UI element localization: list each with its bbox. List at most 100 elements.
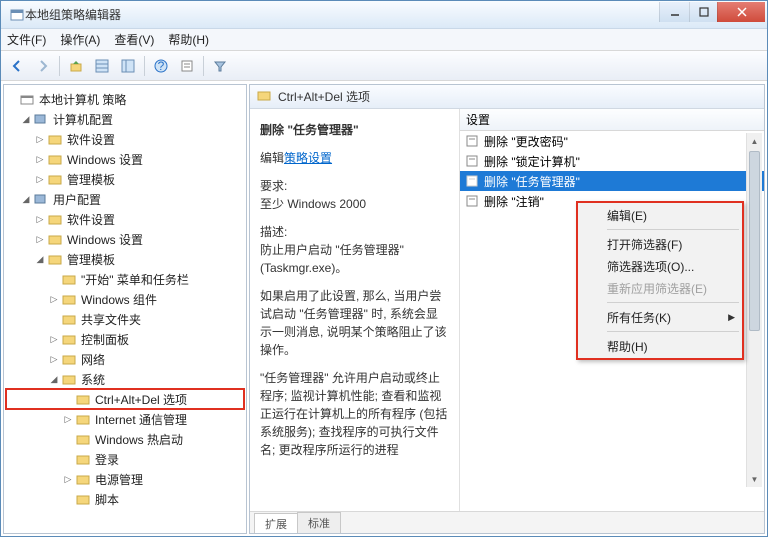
req-label: 要求:: [260, 179, 287, 193]
right-header: Ctrl+Alt+Del 选项: [250, 85, 764, 109]
setting-row[interactable]: 删除 "锁定计算机": [460, 151, 764, 171]
tree-network[interactable]: ▷网络: [6, 349, 244, 369]
tree-label: 脚本: [95, 491, 119, 508]
tree-label: Internet 通信管理: [95, 411, 187, 428]
filter-button[interactable]: [208, 54, 232, 78]
req-value: 至少 Windows 2000: [260, 197, 366, 211]
help-button[interactable]: ?: [149, 54, 173, 78]
tree-internet-mgmt[interactable]: ▷Internet 通信管理: [6, 409, 244, 429]
detail-view-button[interactable]: [116, 54, 140, 78]
tree-computer-cfg[interactable]: ◢计算机配置: [6, 109, 244, 129]
tree-scripts[interactable]: 脚本: [6, 489, 244, 509]
tree-admin-templates-2[interactable]: ◢管理模板: [6, 249, 244, 269]
setting-label: 删除 "锁定计算机": [484, 153, 580, 170]
tree-label: 系统: [81, 371, 105, 388]
toolbar-separator: [144, 56, 145, 76]
setting-label: 删除 "任务管理器": [484, 173, 580, 190]
back-button[interactable]: [5, 54, 29, 78]
desc-1: 防止用户启动 "任务管理器" (Taskmgr.exe)。: [260, 243, 404, 275]
forward-button[interactable]: [31, 54, 55, 78]
tree-label: 共享文件夹: [81, 311, 141, 328]
up-button[interactable]: [64, 54, 88, 78]
setting-label: 删除 "注销": [484, 193, 544, 210]
tree-panel[interactable]: 本地计算机 策略 ◢计算机配置 ▷软件设置 ▷Windows 设置 ▷管理模板 …: [3, 84, 247, 534]
tab-extended[interactable]: 扩展: [254, 513, 298, 534]
tree-label: 计算机配置: [53, 111, 113, 128]
tree-admin-templates[interactable]: ▷管理模板: [6, 169, 244, 189]
tree-power-mgmt[interactable]: ▷电源管理: [6, 469, 244, 489]
tree-label: Windows 热启动: [95, 431, 183, 448]
tree-system[interactable]: ◢系统: [6, 369, 244, 389]
tab-standard[interactable]: 标准: [297, 512, 341, 533]
titlebar: 本地组策略编辑器: [1, 1, 767, 29]
menu-separator: [607, 229, 739, 230]
folder-icon: [256, 88, 272, 105]
menu-file[interactable]: 文件(F): [7, 31, 46, 48]
tree-label: 控制面板: [81, 331, 129, 348]
scrollbar-vertical[interactable]: ▲ ▼: [746, 133, 762, 487]
tree-label: 管理模板: [67, 171, 115, 188]
tree-label: 本地计算机 策略: [39, 91, 126, 108]
detail-title: 删除 "任务管理器": [260, 121, 449, 139]
tree-software-settings-2[interactable]: ▷软件设置: [6, 209, 244, 229]
column-header-settings[interactable]: 设置: [460, 109, 764, 131]
tree-label: Windows 组件: [81, 291, 157, 308]
tree-label: Windows 设置: [67, 231, 143, 248]
tree-windows-components[interactable]: ▷Windows 组件: [6, 289, 244, 309]
app-icon: [9, 7, 25, 23]
menu-help[interactable]: 帮助(H): [168, 31, 209, 48]
properties-button[interactable]: [175, 54, 199, 78]
tree-root[interactable]: 本地计算机 策略: [6, 89, 244, 109]
tree-label: Windows 设置: [67, 151, 143, 168]
scroll-thumb[interactable]: [749, 151, 760, 331]
scroll-down-icon[interactable]: ▼: [747, 471, 762, 487]
menu-separator: [607, 302, 739, 303]
tree-windows-hotstart[interactable]: Windows 热启动: [6, 429, 244, 449]
tree-logon[interactable]: 登录: [6, 449, 244, 469]
tree-label: 软件设置: [67, 131, 115, 148]
tree-ctrl-alt-del[interactable]: Ctrl+Alt+Del 选项: [6, 389, 244, 409]
setting-row-selected[interactable]: 删除 "任务管理器": [460, 171, 764, 191]
tree-windows-settings[interactable]: ▷Windows 设置: [6, 149, 244, 169]
menu-separator: [607, 331, 739, 332]
menubar: 文件(F) 操作(A) 查看(V) 帮助(H): [1, 29, 767, 51]
desc-2: 如果启用了此设置, 那么, 当用户尝试启动 "任务管理器" 时, 系统会显示一则…: [260, 287, 449, 359]
tree-shared-folders[interactable]: 共享文件夹: [6, 309, 244, 329]
tree-control-panel[interactable]: ▷控制面板: [6, 329, 244, 349]
menu-view[interactable]: 查看(V): [114, 31, 154, 48]
tree-user-cfg[interactable]: ◢用户配置: [6, 189, 244, 209]
tree-label: "开始" 菜单和任务栏: [81, 271, 189, 288]
edit-policy-link[interactable]: 策略设置: [284, 151, 332, 165]
ctx-reapply-filter: 重新应用筛选器(E): [579, 277, 741, 299]
list-view-button[interactable]: [90, 54, 114, 78]
maximize-button[interactable]: [689, 2, 717, 22]
ctx-filter-options[interactable]: 筛选器选项(O)...: [579, 255, 741, 277]
ctx-open-filter[interactable]: 打开筛选器(F): [579, 233, 741, 255]
toolbar: ?: [1, 51, 767, 81]
tree-label: 网络: [81, 351, 105, 368]
close-button[interactable]: [717, 2, 765, 22]
minimize-button[interactable]: [659, 2, 689, 22]
setting-icon: [464, 193, 480, 209]
setting-icon: [464, 173, 480, 189]
scroll-up-icon[interactable]: ▲: [747, 133, 762, 149]
tree-label: 电源管理: [95, 471, 143, 488]
toolbar-separator: [59, 56, 60, 76]
desc-label: 描述:: [260, 225, 287, 239]
setting-label: 删除 "更改密码": [484, 133, 568, 150]
ctx-edit[interactable]: 编辑(E): [579, 204, 741, 226]
tree-start-menu[interactable]: "开始" 菜单和任务栏: [6, 269, 244, 289]
context-menu: 编辑(E) 打开筛选器(F) 筛选器选项(O)... 重新应用筛选器(E) 所有…: [576, 201, 744, 360]
svg-text:?: ?: [158, 59, 165, 73]
ctx-all-tasks[interactable]: 所有任务(K)▶: [579, 306, 741, 328]
setting-icon: [464, 153, 480, 169]
ctx-help[interactable]: 帮助(H): [579, 335, 741, 357]
setting-row[interactable]: 删除 "更改密码": [460, 131, 764, 151]
tree-label: 管理模板: [67, 251, 115, 268]
menu-action[interactable]: 操作(A): [60, 31, 100, 48]
tree-label: 软件设置: [67, 211, 115, 228]
tree-label: 用户配置: [53, 191, 101, 208]
tree-windows-settings-2[interactable]: ▷Windows 设置: [6, 229, 244, 249]
tree-software-settings[interactable]: ▷软件设置: [6, 129, 244, 149]
desc-3: "任务管理器" 允许用户启动或终止程序; 监视计算机性能; 查看和监视正运行在计…: [260, 369, 449, 459]
